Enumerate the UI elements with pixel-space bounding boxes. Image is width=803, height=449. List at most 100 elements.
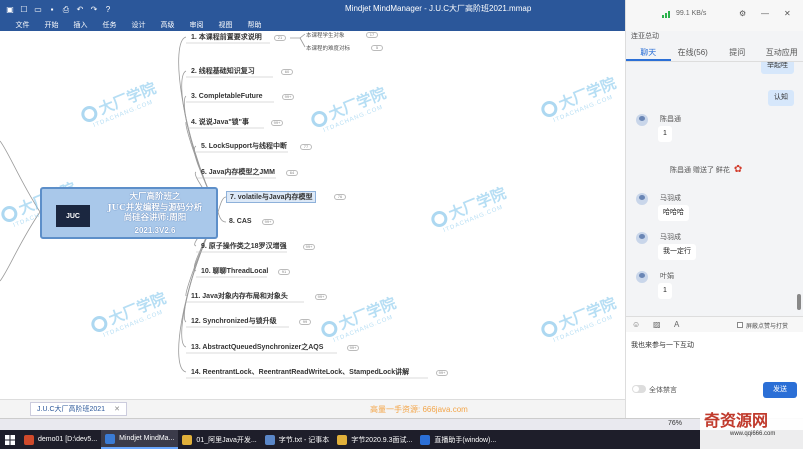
menu-item-help[interactable]: 帮助 xyxy=(240,20,269,30)
topic-3[interactable]: 3. CompletableFuture xyxy=(188,91,266,103)
topic-badge: 99+ xyxy=(436,370,448,376)
central-topic[interactable]: JUC 大厂高阶班之 JUC并发编程与源码分析 尚硅谷讲师:周阳 2021.3V… xyxy=(40,187,218,239)
topic-8[interactable]: 8. CAS xyxy=(226,216,255,228)
title-bar: ▣ ☐ ▭ ▪ ⎙ ↶ ↷ ? Mindjet MindManager - J.… xyxy=(0,0,625,19)
close-icon[interactable]: ✕ xyxy=(784,9,791,18)
message-text: 1 xyxy=(658,126,672,142)
menu-item-insert[interactable]: 插入 xyxy=(66,20,95,30)
panel-tabs: 聊天 在线(56) 提问 互动应用 xyxy=(626,46,803,62)
app-icon xyxy=(420,434,431,445)
own-message: 认知 xyxy=(768,90,794,106)
topic-badge: 21 xyxy=(274,35,286,41)
topic-badge: 99+ xyxy=(271,120,283,126)
send-button[interactable]: 发送 xyxy=(763,382,797,398)
topic-12[interactable]: 12. Synchronized与锁升级 xyxy=(188,316,280,328)
topic-9[interactable]: 9. 原子操作类之18罗汉增强 xyxy=(198,241,290,253)
taskbar-item[interactable]: Mindjet MindMa... xyxy=(101,430,179,449)
avatar xyxy=(636,232,648,244)
image-icon[interactable]: ▨ xyxy=(653,320,661,329)
tab-chat[interactable]: 聊天 xyxy=(626,46,671,61)
rose-icon: ✿ xyxy=(733,164,743,175)
tab-questions[interactable]: 提问 xyxy=(715,46,760,61)
own-message: 举起哇 xyxy=(761,62,794,74)
subtopic-student-target[interactable]: 本课程学生对象 xyxy=(306,31,345,39)
topic-10[interactable]: 10. 聊聊ThreadLocal xyxy=(198,266,271,278)
mute-all-toggle[interactable] xyxy=(632,385,646,393)
menu-item-review[interactable]: 审阅 xyxy=(182,20,211,30)
menu-item-home[interactable]: 开始 xyxy=(37,20,66,30)
gift-notice: 陈昌通 赠送了 鲜花 ✿ xyxy=(670,164,743,175)
avatar xyxy=(636,271,648,283)
ribbon-menu: 文件 开始 插入 任务 设计 高级 审阅 视图 帮助 xyxy=(0,19,625,31)
close-icon[interactable]: ✕ xyxy=(114,405,120,413)
document-tab[interactable]: J.U.C大厂高阶班2021 ✕ xyxy=(30,402,127,416)
subtopic-badge: 5 xyxy=(371,45,383,51)
menu-item-view[interactable]: 视图 xyxy=(211,20,240,30)
document-tab-bar: J.U.C大厂高阶班2021 ✕ 高量一手资源: 666java.com xyxy=(0,399,625,418)
panel-link[interactable]: 连亚总动 xyxy=(631,31,659,41)
block-checkbox[interactable] xyxy=(737,322,743,328)
chat-messages[interactable]: 举起哇 认知 陈昌通 1 陈昌通 赠送了 鲜花 ✿ 马羽成 哈哈哈 马羽成 我一定… xyxy=(626,62,803,314)
help-icon[interactable]: ? xyxy=(102,4,114,16)
taskbar-item[interactable]: demo01 [D:\dev5... xyxy=(20,430,101,449)
save-icon[interactable]: ▪ xyxy=(46,4,58,16)
chat-input[interactable]: 我也来参与一下互动 xyxy=(626,332,803,377)
topic-2[interactable]: 2. 线程基础知识复习 xyxy=(188,66,258,78)
topic-4[interactable]: 4. 说说Java"锁"事 xyxy=(188,117,252,129)
font-icon[interactable]: A xyxy=(674,320,679,329)
taskbar-item[interactable]: 01_阿里Java开发... xyxy=(178,430,260,449)
bottom-watermark: 高量一手资源: 666java.com xyxy=(370,405,468,414)
chat-scrollbar[interactable] xyxy=(797,294,801,310)
menu-item-design[interactable]: 设计 xyxy=(124,20,153,30)
undo-icon[interactable]: ↶ xyxy=(74,4,86,16)
app-icon xyxy=(264,434,275,445)
live-chat-panel: 99.1 KB/s ⚙ — ✕ 连亚总动 聊天 在线(56) 提问 互动应用 举… xyxy=(625,0,803,418)
topic-badge: 64 xyxy=(286,170,298,176)
emoji-icon[interactable]: ☺ xyxy=(632,320,640,329)
sender-name: 叶娟 xyxy=(660,273,674,280)
message-text: 1 xyxy=(658,283,672,299)
menu-item-advanced[interactable]: 高级 xyxy=(153,20,182,30)
tab-online[interactable]: 在线(56) xyxy=(671,46,716,61)
minimize-icon[interactable]: — xyxy=(761,9,769,18)
mute-all-label: 全体禁言 xyxy=(649,387,677,394)
juc-logo: JUC xyxy=(56,205,90,227)
settings-icon[interactable]: ⚙ xyxy=(739,9,746,18)
tab-apps[interactable]: 互动应用 xyxy=(760,46,803,61)
topic-11[interactable]: 11. Java对象内存布局和对象头 xyxy=(188,291,291,303)
topic-1[interactable]: 1. 本课程前置要求说明 xyxy=(188,32,265,44)
taskbar-item[interactable]: 字节2020.9.3面试... xyxy=(333,430,416,449)
subtopic-difficulty[interactable]: 本课程的难度对标 xyxy=(306,44,350,52)
topic-badge: 91 xyxy=(278,269,290,275)
topic-5[interactable]: 5. LockSupport与线程中断 xyxy=(198,141,290,153)
mindmap-canvas[interactable]: 大厂学院 ITDACHANG.COM 大厂学院 ITDACHANG.COM 大厂… xyxy=(0,31,625,399)
central-topic-version: 2021.3V2.6 xyxy=(134,226,176,235)
site-watermark: 奇资源网 www.qqi666.com xyxy=(700,405,803,449)
taskbar-item[interactable]: 直播助手(window)... xyxy=(416,430,500,449)
chat-toolbar: ☺ ▨ A 屏蔽点赞与打赏 xyxy=(626,316,803,332)
print-icon[interactable]: ⎙ xyxy=(60,4,72,16)
menu-item-file[interactable]: 文件 xyxy=(8,20,37,30)
app-icon: ▣ xyxy=(6,5,14,14)
topic-badge: 99+ xyxy=(347,345,359,351)
status-bar: 76% xyxy=(0,418,803,430)
topic-7[interactable]: 7. volatile与Java内存模型 xyxy=(226,191,317,203)
topic-badge: 99+ xyxy=(315,294,327,300)
subtopic-badge: 17 xyxy=(366,32,378,38)
menu-item-task[interactable]: 任务 xyxy=(95,20,124,30)
topic-badge: 76 xyxy=(334,194,346,200)
zoom-level[interactable]: 76% xyxy=(668,420,682,427)
new-icon[interactable]: ☐ xyxy=(18,4,30,16)
redo-icon[interactable]: ↷ xyxy=(88,4,100,16)
app-icon xyxy=(182,434,193,445)
windows-start-icon[interactable] xyxy=(0,430,20,449)
avatar xyxy=(636,114,648,126)
network-speed: 99.1 KB/s xyxy=(676,10,707,17)
topic-6[interactable]: 6. Java内存模型之JMM xyxy=(198,167,278,179)
open-icon[interactable]: ▭ xyxy=(32,4,44,16)
avatar xyxy=(636,193,648,205)
taskbar-item[interactable]: 字节.txt - 记事本 xyxy=(261,430,334,449)
topic-14[interactable]: 14. ReentrantLock、ReentrantReadWriteLock… xyxy=(188,367,412,379)
topic-badge: 99+ xyxy=(303,244,315,250)
topic-13[interactable]: 13. AbstractQueuedSynchronizer之AQS xyxy=(188,342,326,354)
